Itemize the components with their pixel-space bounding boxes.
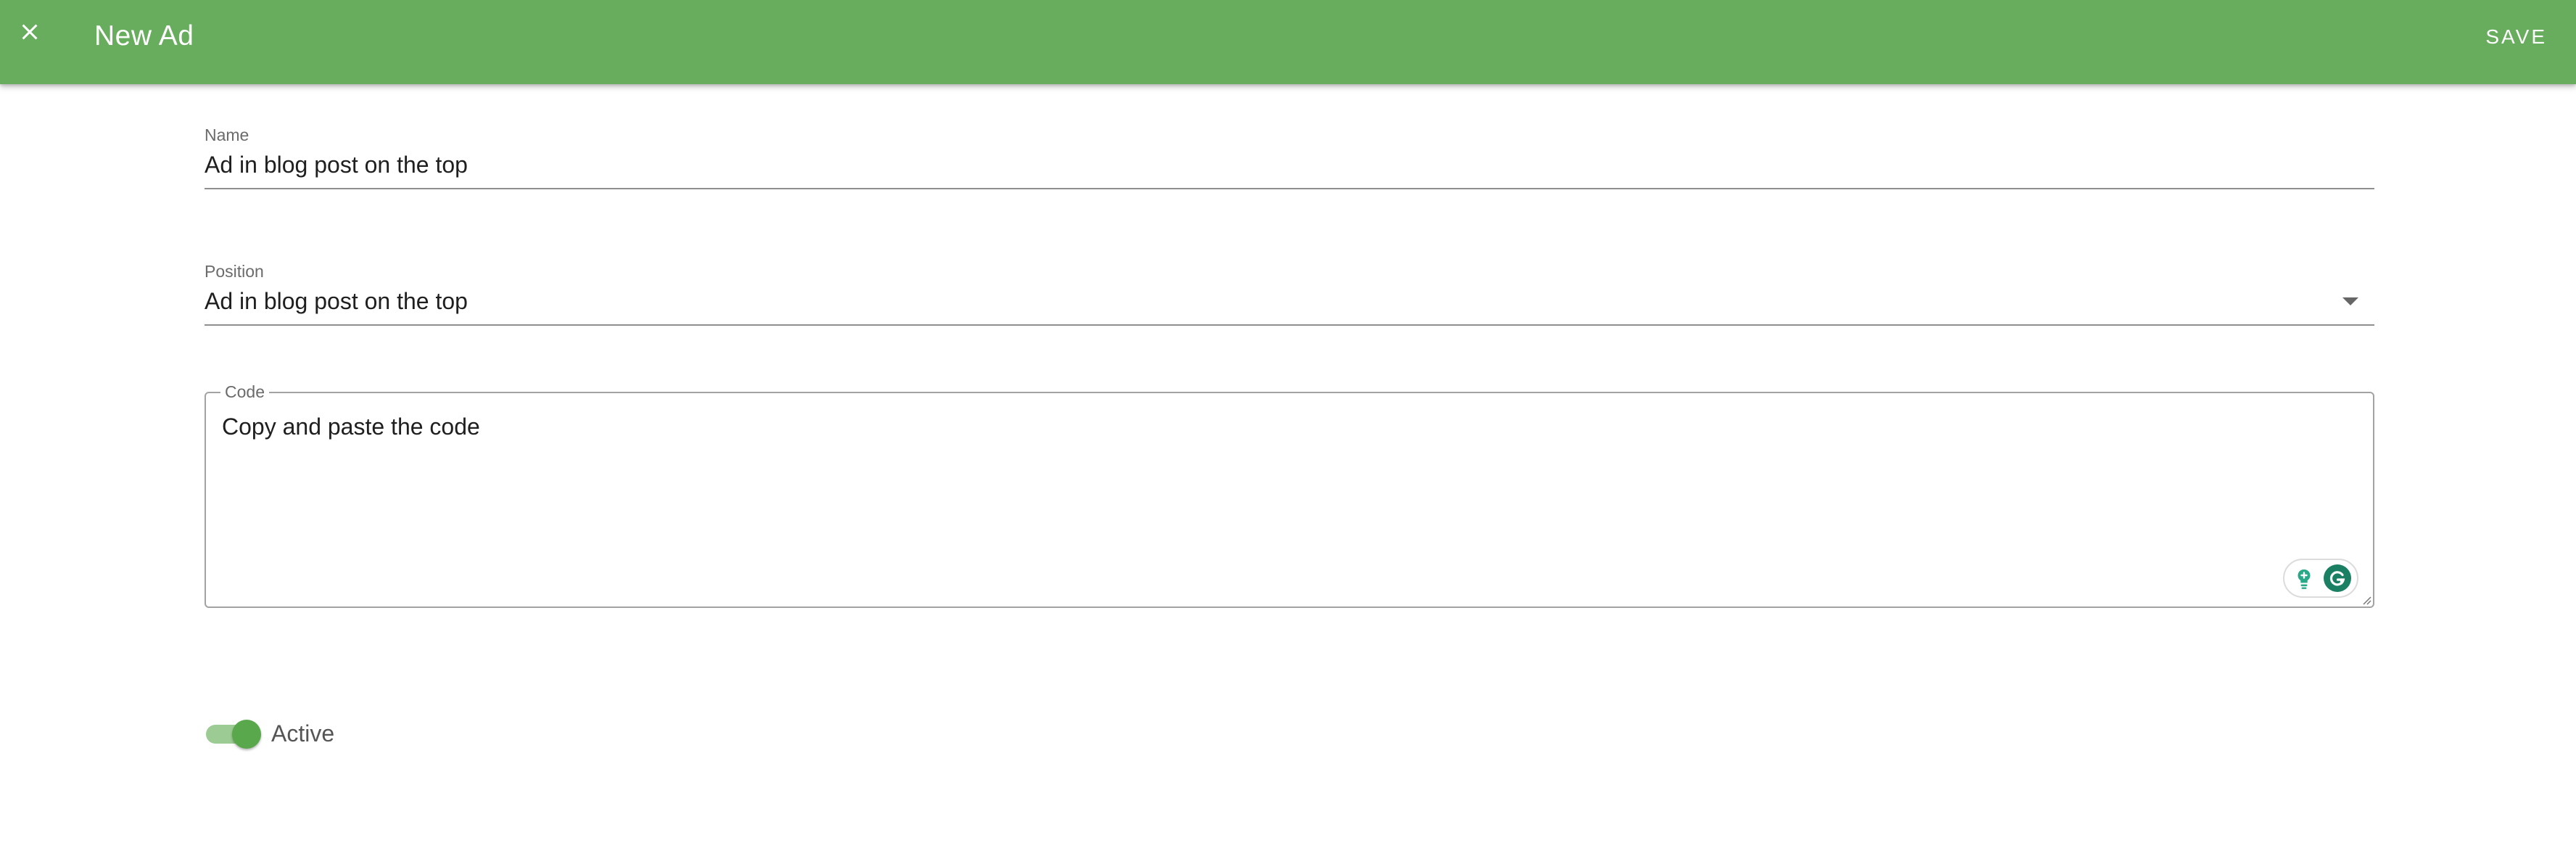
name-field[interactable]: Name Ad in blog post on the top xyxy=(205,125,2374,192)
close-icon xyxy=(22,24,38,40)
save-button[interactable]: SAVE xyxy=(2485,22,2547,52)
dropdown-arrow-icon[interactable] xyxy=(2342,297,2358,305)
toggle-thumb xyxy=(232,720,261,749)
close-button[interactable] xyxy=(7,9,52,54)
position-label: Position xyxy=(205,262,264,281)
position-select[interactable]: Position Ad in blog post on the top xyxy=(205,261,2374,328)
resize-handle-icon[interactable] xyxy=(2361,595,2371,605)
page-title: New Ad xyxy=(94,20,194,52)
code-textarea[interactable]: Code Copy and paste the code xyxy=(205,382,2374,608)
name-input[interactable]: Ad in blog post on the top xyxy=(205,150,2374,179)
active-label: Active xyxy=(271,720,335,747)
grammarly-icon[interactable] xyxy=(2324,564,2351,592)
code-label: Code xyxy=(220,382,269,402)
lightbulb-icon[interactable] xyxy=(2290,564,2318,592)
name-underline xyxy=(205,188,2374,189)
position-underline xyxy=(205,324,2374,326)
code-placeholder[interactable]: Copy and paste the code xyxy=(222,412,480,441)
name-label: Name xyxy=(205,126,249,144)
app-bar: New Ad SAVE xyxy=(0,0,2576,84)
position-value[interactable]: Ad in blog post on the top xyxy=(205,287,2374,316)
grammarly-widget[interactable] xyxy=(2283,559,2358,598)
active-toggle[interactable] xyxy=(206,719,261,749)
